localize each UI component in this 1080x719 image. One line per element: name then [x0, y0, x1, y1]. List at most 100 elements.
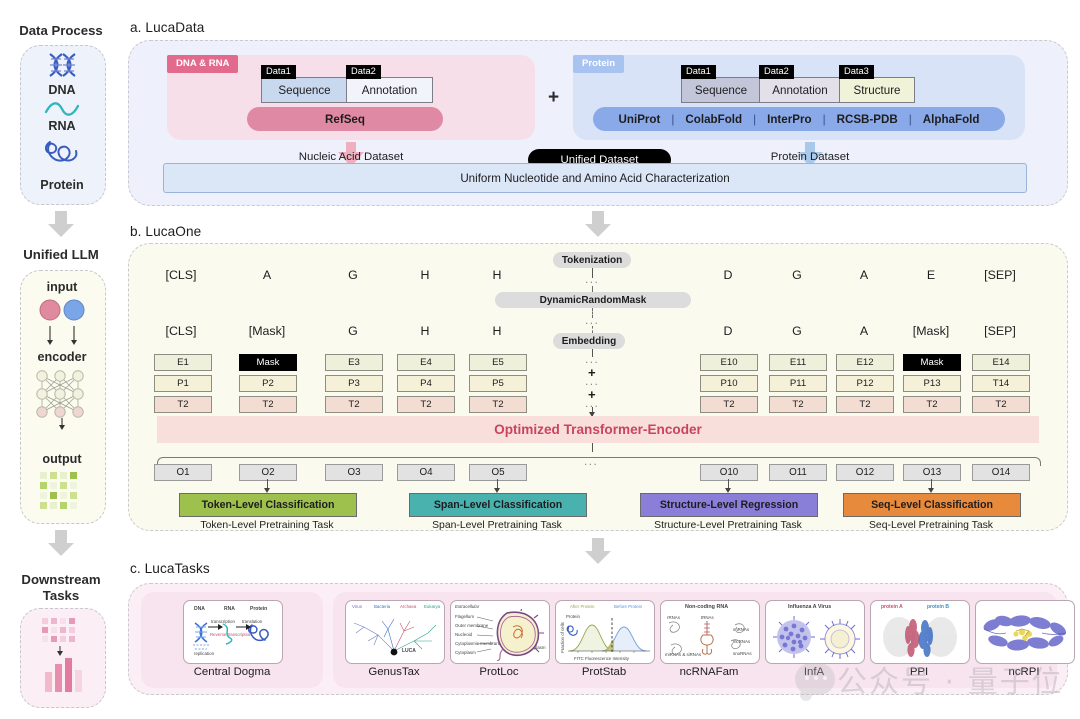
task-card-ppi[interactable]: protein A protein B — [870, 600, 970, 664]
output-box-7: O12 — [836, 464, 894, 481]
task-name-infa: InfA — [803, 666, 825, 678]
task-caption-structure-level: Structure-Level Pretraining Task — [654, 520, 802, 531]
optimized-transformer-encoder-bar: Optimized Transformer-Encoder — [157, 416, 1039, 443]
protein-data-box-annotation: Data2 Annotation — [759, 65, 841, 103]
thumb-label-influenza-a-virus: Influenza A Virus — [788, 604, 832, 610]
task-caption-seq-level: Seq-Level Pretraining Task — [869, 520, 993, 531]
emb-p-7: P12 — [836, 375, 894, 392]
output-box-6: O11 — [769, 464, 827, 481]
left-item-label-rna: RNA — [48, 119, 76, 133]
bar-chart-icon — [45, 658, 82, 692]
protein-tag: Protein — [573, 55, 625, 73]
thumb-label-before-protein: Before Protein — [614, 604, 643, 609]
arrow-translation-icon — [236, 624, 251, 630]
emb-e-0: E1 — [154, 354, 212, 371]
protein-card: Protein Data1 Sequence Data2 Annotation … — [573, 55, 1025, 140]
task-caption-span-level: Span-Level Pretraining Task — [432, 520, 562, 531]
output-box-8: O13 — [903, 464, 961, 481]
downstream-title-line1: Downstream — [21, 572, 101, 587]
thumb-label-noncoding-rna: Non-coding RNA — [685, 604, 729, 610]
emb-e-7: E12 — [836, 354, 894, 371]
token-row1-5: D — [723, 268, 733, 282]
panel-c: DNA RNA Protein transcription translatio… — [128, 583, 1075, 695]
output-box-2: O3 — [325, 464, 383, 481]
task-card-protloc[interactable]: Extracellular Flagellum Outer membrane N… — [450, 600, 550, 664]
arrow-transcription-icon — [208, 624, 223, 630]
protein-data2-text: Annotation — [772, 83, 828, 97]
figure-root: Data Process DNA RNA Protein Unified LLM… — [0, 0, 1080, 719]
token-row1-7: A — [859, 268, 869, 282]
task-card-ncrnafam[interactable]: Non-coding RNA rRNAs tRNAs snRNAs lncRNA… — [660, 600, 760, 664]
task-name-protstab: ProtStab — [581, 666, 627, 678]
chip-tokenization: Tokenization — [553, 252, 631, 268]
source-alphafold: AlphaFold — [922, 112, 980, 126]
task-card-infa[interactable]: Influenza A Virus — [765, 600, 865, 664]
dna-rna-card: DNA & RNA Data1 Sequence Data2 Annotatio… — [167, 55, 535, 140]
protein-dataset-label: Protein Dataset — [770, 151, 850, 163]
token-row1-6: G — [792, 268, 802, 282]
left-item-label-output: output — [42, 452, 82, 466]
protein-data2-label: Data2 — [759, 65, 794, 79]
source-rcsb-pdb: RCSB-PDB — [836, 112, 898, 126]
emb-t-3: T2 — [397, 396, 455, 413]
task-box-seq-level: Seq-Level Classification — [843, 493, 1021, 517]
token-row2-4: H — [492, 324, 502, 338]
panel-c-title: c. LucaTasks — [130, 561, 210, 576]
protein-data3-text: Structure — [853, 83, 901, 97]
thumb-label-virus: Virus — [352, 604, 362, 609]
task-card-genustax[interactable]: Virus Bacteria Archaea Eukarya LUCA — [345, 600, 445, 664]
thumb-label-cytoplasm: Cytoplasm — [455, 650, 476, 655]
emb-e-1-mask: Mask — [239, 354, 297, 371]
token-row1-4: H — [492, 268, 502, 282]
left-item-label-encoder: encoder — [37, 350, 87, 364]
token-row2-2: G — [348, 324, 358, 338]
protein-data3-label: Data3 — [839, 65, 874, 79]
encoder-out-line — [592, 443, 593, 452]
source-sep-1: | — [671, 112, 675, 126]
emb-t-2: T2 — [325, 396, 383, 413]
thumb-label-protein-a: protein A — [881, 604, 903, 610]
emb-p-2: P3 — [325, 375, 383, 392]
thumb-label-dna: DNA — [194, 606, 205, 612]
output-box-3: O4 — [397, 464, 455, 481]
protein-data-box-sequence: Data1 Sequence — [681, 65, 761, 103]
task-card-central-dogma[interactable]: DNA RNA Protein transcription translatio… — [183, 600, 283, 664]
source-sep-4: | — [908, 112, 912, 126]
task-name-protloc: ProtLoc — [479, 666, 519, 678]
output-box-1: O2 — [239, 464, 297, 481]
chip-dynamic-random-mask: DynamicRandomMask — [495, 292, 691, 308]
emb-t-6: T2 — [769, 396, 827, 413]
thumb-label-extracellular: Extracellular — [455, 604, 480, 609]
nucleic-acid-dataset-label: Nucleic Acid Dataset — [298, 151, 404, 163]
token-row2-3: H — [420, 324, 430, 338]
output-grid-icon — [40, 472, 77, 509]
task-card-protstab[interactable]: After Protein Before Protein Protein Fra… — [555, 600, 655, 664]
emb-p-0: P1 — [154, 375, 212, 392]
task-box-structure-level: Structure-Level Regression — [640, 493, 818, 517]
emb-e-9: E14 — [972, 354, 1030, 371]
protein-blob-icon — [566, 625, 578, 636]
left-item-label-dna: DNA — [48, 83, 76, 97]
token-row2-9: [SEP] — [984, 324, 1016, 338]
source-colabfold: ColabFold — [685, 112, 743, 126]
dna-data-box-sequence: Data1 Sequence — [261, 65, 348, 103]
thumb-label-protein-b: protein B — [927, 604, 949, 610]
emb-p-9: T14 — [972, 375, 1030, 392]
rna-family-shapes-icon — [668, 621, 745, 655]
left-item-label-protein: Protein — [40, 178, 84, 192]
emb-e-8-mask: Mask — [903, 354, 961, 371]
dots-4: ... — [585, 374, 600, 388]
source-uniprot: UniProt — [618, 112, 661, 126]
panel-a-title: a. LucaData — [130, 20, 205, 35]
emb-p-6: P11 — [769, 375, 827, 392]
emb-e-5: E10 — [700, 354, 758, 371]
protein-data1-text: Sequence — [694, 83, 748, 97]
task-card-ncrpi[interactable] — [975, 600, 1075, 664]
dna-rna-tag: DNA & RNA — [167, 55, 239, 73]
panel-b-title: b. LucaOne — [130, 224, 202, 239]
chip-embedding: Embedding — [553, 333, 625, 349]
token-row1-1: A — [262, 268, 272, 282]
left-item-label-input: input — [46, 280, 78, 294]
uniform-characterization-bar: Uniform Nucleotide and Amino Acid Charac… — [163, 163, 1027, 193]
thumb-label-eukarya: Eukarya — [424, 604, 441, 609]
